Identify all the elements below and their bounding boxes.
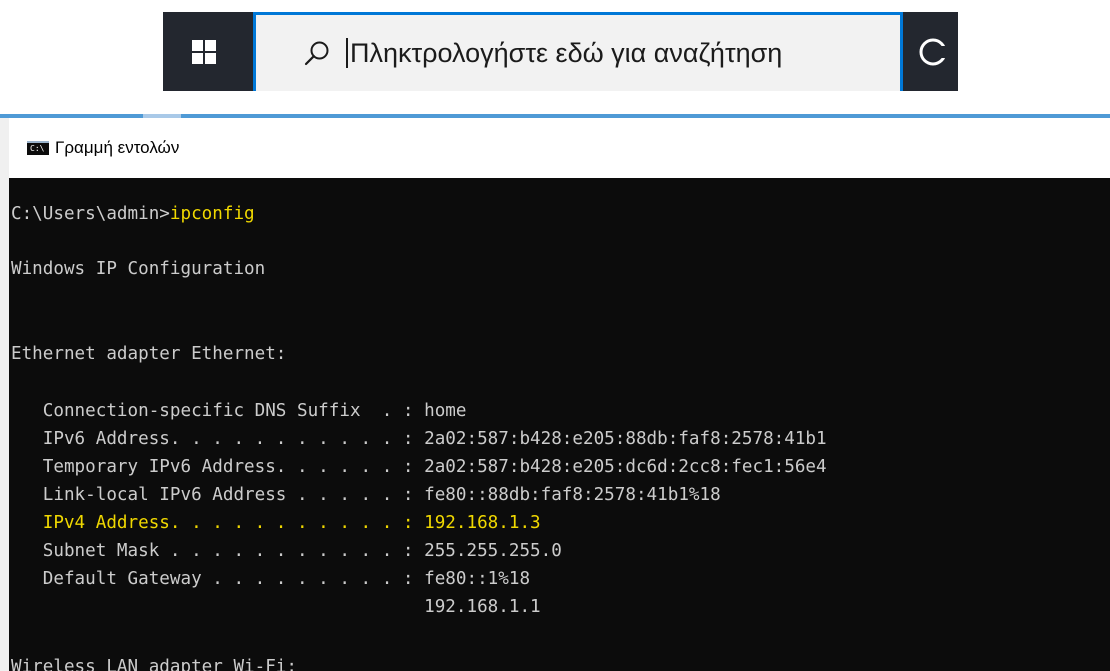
dns-suffix-row: Connection-specific DNS Suffix . : home bbox=[11, 397, 467, 425]
default-gateway-row: Default Gateway . . . . . . . . . : fe80… bbox=[11, 565, 530, 593]
row-value: 255.255.255.0 bbox=[424, 541, 562, 561]
start-button[interactable] bbox=[163, 12, 245, 91]
row-value: 2a02:587:b428:e205:dc6d:2cc8:fec1:56e4 bbox=[424, 457, 827, 477]
taskbar: Πληκτρολογήστε εδώ για αναζήτηση bbox=[163, 12, 958, 91]
command-prompt-window: C:\ Γραμμή εντολών C:\Users\admin>ipconf… bbox=[0, 114, 1110, 671]
subnet-mask-row: Subnet Mask . . . . . . . . . . . : 255.… bbox=[11, 537, 562, 565]
prompt-line: C:\Users\admin>ipconfig bbox=[11, 200, 255, 228]
row-label: IPv4 Address. . . . . . . . . . . : bbox=[11, 513, 425, 533]
search-icon bbox=[304, 41, 329, 66]
window-title: Γραμμή εντολών bbox=[55, 138, 180, 157]
row-value: fe80::1%18 bbox=[424, 569, 531, 589]
row-label: Subnet Mask . . . . . . . . . . . : bbox=[11, 541, 425, 561]
row-label: IPv6 Address. . . . . . . . . . . : bbox=[11, 429, 425, 449]
row-label: Temporary IPv6 Address. . . . . . : bbox=[11, 457, 425, 477]
ipv6-address-row: IPv6 Address. . . . . . . . . . . : 2a02… bbox=[11, 425, 827, 453]
row-label: Connection-specific DNS Suffix . : bbox=[11, 401, 425, 421]
cortana-button[interactable] bbox=[918, 12, 958, 91]
adapter-ethernet-header: Ethernet adapter Ethernet: bbox=[11, 344, 287, 364]
default-gateway-row-2: 192.168.1.1 bbox=[11, 593, 541, 621]
row-value: 192.168.1.1 bbox=[424, 597, 541, 617]
link-local-ipv6-row: Link-local IPv6 Address . . . . . : fe80… bbox=[11, 481, 721, 509]
row-label: Link-local IPv6 Address . . . . . : bbox=[11, 485, 425, 505]
row-label bbox=[11, 597, 424, 617]
row-value: 2a02:587:b428:e205:88db:faf8:2578:41b1 bbox=[424, 429, 827, 449]
search-placeholder: Πληκτρολογήστε εδώ για αναζήτηση bbox=[346, 38, 782, 68]
title-bar[interactable]: C:\ Γραμμή εντολών bbox=[9, 118, 1110, 178]
prompt: C:\Users\admin> bbox=[11, 204, 170, 224]
row-label: Default Gateway . . . . . . . . . : bbox=[11, 569, 425, 589]
console-output[interactable]: C:\Users\admin>ipconfig Windows IP Confi… bbox=[9, 178, 1110, 671]
row-value: home bbox=[424, 401, 467, 421]
row-value: fe80::88db:faf8:2578:41b1%18 bbox=[424, 485, 721, 505]
config-header: Windows IP Configuration bbox=[11, 259, 266, 279]
cortana-icon bbox=[919, 38, 948, 65]
window-left-edge bbox=[0, 118, 9, 671]
command-text: ipconfig bbox=[169, 204, 255, 224]
temp-ipv6-address-row: Temporary IPv6 Address. . . . . . : 2a02… bbox=[11, 453, 827, 481]
windows-logo-icon bbox=[192, 39, 216, 64]
adapter-wifi-header: Wireless LAN adapter Wi-Fi: bbox=[11, 657, 297, 671]
ipv4-address-row: IPv4 Address. . . . . . . . . . . : 192.… bbox=[11, 509, 541, 537]
search-input[interactable]: Πληκτρολογήστε εδώ για αναζήτηση bbox=[253, 12, 903, 91]
cmd-app-icon: C:\ bbox=[27, 141, 49, 155]
cmd-icon-text: C:\ bbox=[30, 144, 45, 153]
row-value: 192.168.1.3 bbox=[424, 513, 541, 533]
